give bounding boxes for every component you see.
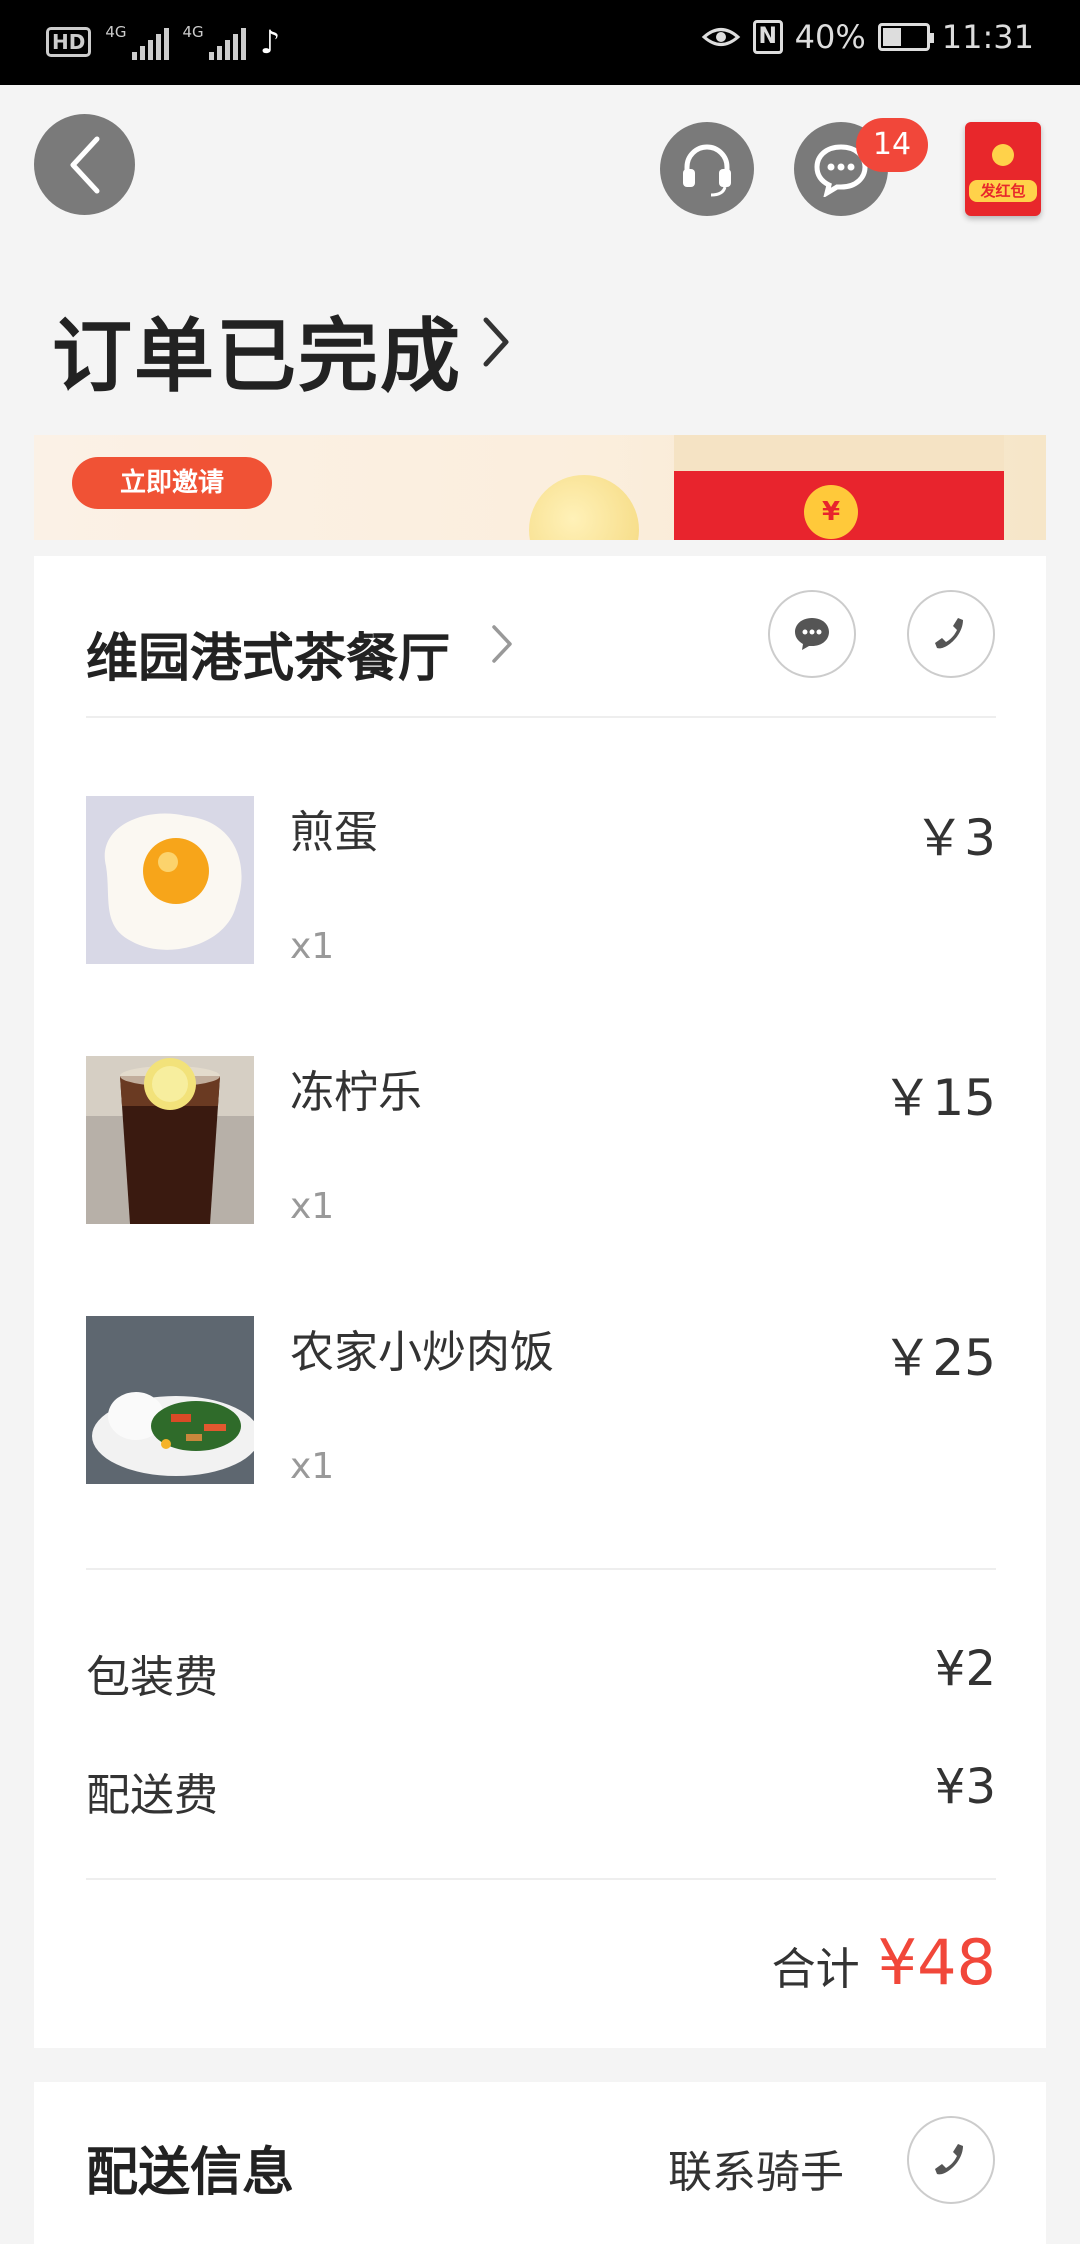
- delivery-info-card: 配送信息 联系骑手: [34, 2082, 1046, 2244]
- total-value: ¥48: [877, 1926, 996, 1999]
- order-item[interactable]: 煎蛋 x1 ￥3: [86, 796, 996, 967]
- red-packet-button[interactable]: 发红包: [965, 122, 1041, 216]
- stir-fried-pork-rice-image: [86, 1316, 254, 1484]
- battery-icon: [877, 23, 934, 51]
- divider: [86, 1878, 996, 1880]
- headset-icon: [683, 144, 731, 197]
- item-price: ￥25: [882, 1329, 996, 1387]
- tiktok-icon: ♪: [259, 23, 281, 61]
- item-name: 冻柠乐: [290, 1067, 422, 1118]
- shop-name[interactable]: 维园港式茶餐厅: [86, 616, 450, 691]
- contact-rider-label[interactable]: 联系骑手: [668, 2136, 844, 2200]
- invite-promo-banner[interactable]: 立即邀请 ¥: [34, 435, 1046, 540]
- nfc-icon: N: [752, 20, 783, 54]
- battery-percent: 40%: [794, 18, 866, 56]
- iced-lemon-cola-image: [86, 1056, 254, 1224]
- clock: 11:31: [941, 18, 1034, 56]
- message-count-badge: 14: [856, 118, 928, 172]
- delivery-fee-label: 配送费: [86, 1770, 218, 1821]
- status-bar: HD 4G 4G ♪ N 40% 11:31: [0, 0, 1080, 85]
- customer-service-button[interactable]: [660, 122, 754, 216]
- total-label: 合计: [771, 1944, 860, 1995]
- delivery-fee-row: 配送费 ¥3: [86, 1759, 996, 1821]
- item-name: 农家小炒肉饭: [290, 1327, 554, 1378]
- signal-icon-2: 4G: [183, 24, 246, 60]
- envelope-flap-decoration: [674, 435, 1004, 471]
- order-item[interactable]: 农家小炒肉饭 x1 ￥25: [86, 1316, 996, 1487]
- item-price: ￥3: [914, 809, 996, 867]
- item-quantity: x1: [290, 1446, 335, 1487]
- signal-icon: 4G: [105, 23, 169, 60]
- network-type-label-2: 4G: [182, 23, 204, 41]
- divider: [86, 1568, 996, 1570]
- item-price: ￥15: [882, 1069, 996, 1127]
- delivery-fee-value: ¥3: [934, 1759, 996, 1815]
- phone-icon: [935, 618, 963, 649]
- delivery-info-title: 配送信息: [86, 2143, 295, 2203]
- call-rider-button[interactable]: [907, 2116, 995, 2204]
- order-total-row: 合计 ¥48: [772, 1926, 996, 1999]
- network-type-label: 4G: [105, 23, 127, 41]
- yuan-coin-icon: ¥: [804, 485, 858, 539]
- order-details-card: 维园港式茶餐厅 煎蛋 x1 ￥3 冻柠乐 x1 ￥15 农家小炒肉饭 x1 ￥2…: [34, 556, 1046, 2048]
- eye-icon: [701, 28, 740, 46]
- chevron-right-icon[interactable]: [480, 312, 514, 372]
- invite-button[interactable]: 立即邀请: [72, 457, 272, 509]
- phone-icon: [935, 2144, 963, 2175]
- coin-icon: [992, 144, 1014, 166]
- chevron-left-icon: [70, 136, 99, 193]
- order-item[interactable]: 冻柠乐 x1 ￥15: [86, 1056, 996, 1227]
- order-status-title[interactable]: 订单已完成: [52, 292, 462, 408]
- chevron-right-icon[interactable]: [489, 621, 515, 667]
- call-shop-button[interactable]: [907, 590, 995, 678]
- hd-indicator: HD: [46, 27, 92, 57]
- chat-with-shop-button[interactable]: [768, 590, 856, 678]
- red-packet-label: 发红包: [969, 180, 1037, 202]
- back-button[interactable]: [34, 114, 135, 215]
- gold-coin-decoration: [529, 475, 639, 540]
- packaging-fee-row: 包装费 ¥2: [86, 1641, 996, 1703]
- item-quantity: x1: [290, 1186, 335, 1227]
- chat-bubble-icon: [795, 618, 829, 650]
- fried-egg-image: [86, 796, 254, 964]
- status-bar-right: N 40% 11:31: [701, 18, 1034, 56]
- divider: [86, 716, 996, 718]
- status-bar-left: HD 4G 4G ♪: [46, 24, 280, 60]
- item-name: 煎蛋: [290, 807, 378, 858]
- item-quantity: x1: [290, 926, 335, 967]
- packaging-fee-value: ¥2: [934, 1641, 996, 1697]
- packaging-fee-label: 包装费: [86, 1652, 218, 1703]
